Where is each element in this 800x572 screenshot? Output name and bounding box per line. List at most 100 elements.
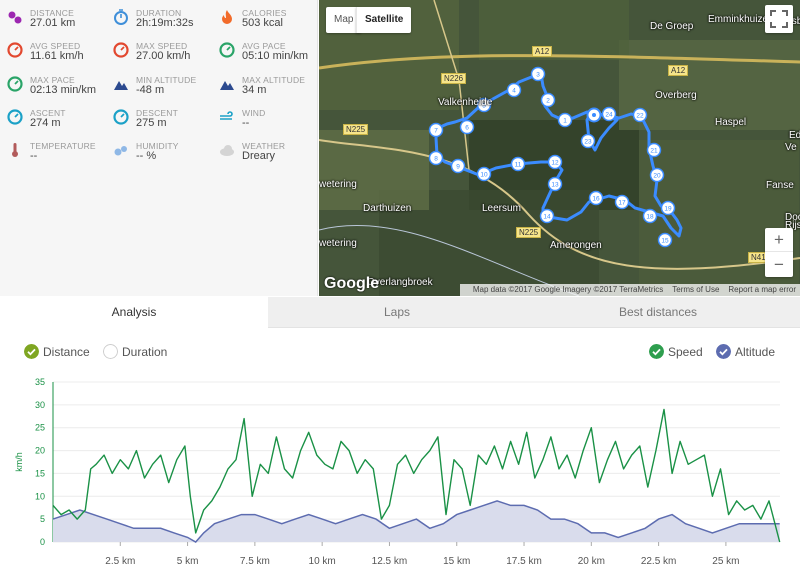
lap-marker-label: 23 [584,139,592,146]
speed-altitude-chart[interactable]: 0 5 10 15 20 25 30 35 km/h 2.5 km 5 km 7.5 km 10 km 1… [0,370,800,572]
y-axis-label: km/h [14,452,24,472]
stat-min-altitude: MIN ALTITUDE -48 m [106,67,212,100]
analysis-tabs: Analysis Laps Best distances [0,297,800,329]
stat-weather: WEATHER Dreary [212,133,318,166]
road-shield: A12 [532,46,553,57]
stat-value: 11.61 km/h [30,50,84,62]
lap-marker-label: 7 [434,128,438,135]
altitude-area [53,500,780,542]
stat-max-pace: MAX PACE 02:13 min/km [0,67,106,100]
stat-distance: DISTANCE 27.01 km [0,0,106,33]
x-tick-label: 17.5 km [506,556,542,567]
unchecked-circle-icon [103,344,118,359]
stat-max-altitude: MAX ALTITUDE 34 m [212,67,318,100]
y-tick-label: 30 [35,400,45,410]
map-attribution: Map data ©2017 Google Imagery ©2017 Terr… [459,284,800,296]
stat-descent: DESCENT 275 m [106,100,212,133]
y-tick-label: 5 [40,514,45,524]
ascent-icon [7,109,23,125]
place-label: Ve [785,142,797,153]
report-map-error-link[interactable]: Report a map error [728,285,796,294]
lap-marker-label: 9 [456,164,460,171]
lap-marker-label: 24 [605,112,613,119]
lap-marker-label: 12 [551,160,559,167]
place-label: Haspel [715,117,747,128]
place-label: De Groep [650,21,694,32]
x-tick-label: 12.5 km [372,556,408,567]
place-label: Ede [789,130,800,141]
stat-value: -- % [136,150,157,162]
satellite-imagery: 1234567891011 12131415161718192021222324 [319,0,800,296]
weather-icon [220,145,234,156]
stat-value: -48 m [136,84,165,96]
distance-label: Distance [43,345,90,359]
y-tick-label: 10 [35,491,45,501]
lap-marker-label: 3 [536,72,540,79]
min-altitude-icon [114,81,128,90]
stat-humidity: HUMIDITY -- % [106,133,212,166]
map-type-satellite-button[interactable]: Satellite [356,7,412,33]
max-speed-icon [113,42,129,58]
stat-value: 2h:19m:32s [136,17,194,29]
stat-avg-speed: AVG SPEED 11.61 km/h [0,33,106,66]
avg-pace-icon [219,42,235,58]
lap-marker-label: 8 [434,156,438,163]
max-altitude-icon [220,81,234,90]
lap-marker-label: 1 [563,118,567,125]
lap-marker-label: 13 [551,182,559,189]
fullscreen-button[interactable] [765,5,793,33]
lap-marker-label: 11 [515,162,522,169]
route-map[interactable]: 1 2 3 4 5 6 7 8 9 10 11 12 13 14 15 16 17 18 19 20 21 22 23 24 … [319,0,800,296]
lap-marker-label: 17 [618,200,626,207]
zoom-out-button[interactable]: − [765,253,793,277]
lap-marker-label: 4 [512,88,516,95]
stat-value: Dreary [242,150,276,162]
start-pin-dot [592,113,596,117]
lap-marker-label: 19 [664,206,672,213]
x-tick-label: 5 km [177,556,199,567]
place-label: Valkenheide [438,97,493,108]
x-tick-label: 7.5 km [240,556,270,567]
stat-max-speed: MAX SPEED 27.00 km/h [106,33,212,66]
lap-marker-label: 22 [636,113,644,120]
stat-value: 34 m [242,84,267,96]
zoom-control: + − [765,228,793,277]
lap-marker-label: 10 [480,172,488,179]
duration-label: Duration [122,345,168,359]
lap-marker-label: 15 [661,238,669,245]
wind-icon [220,111,233,120]
stat-calories: CALORIES 503 kcal [212,0,318,33]
place-label: Fanse [766,180,794,191]
checked-circle-icon [716,344,731,359]
place-label: Emminkhuizen [708,14,774,25]
place-label: wetering [319,238,357,249]
lap-marker-label: 14 [543,214,551,221]
distance-icon [8,11,22,24]
x-tick-label: 15 km [443,556,470,567]
tab-laps[interactable]: Laps [268,297,526,328]
stat-value: 27.01 km [30,17,76,29]
x-tick-label: 20 km [578,556,605,567]
stat-value: 02:13 min/km [30,84,97,96]
temperature-icon [12,143,18,157]
terms-of-use-link[interactable]: Terms of Use [672,285,719,294]
checked-circle-icon [24,344,39,359]
zoom-in-button[interactable]: + [765,228,793,252]
stats-panel: DISTANCE 27.01 km DURATION 2h:19m:32s CALORI… [0,0,318,296]
road-shield: A12 [668,65,689,76]
lap-marker-label: 6 [465,125,469,132]
place-label: wetering [319,179,357,190]
y-tick-label: 20 [35,446,45,456]
descent-icon [113,109,129,125]
road-shield: N225 [343,124,369,135]
tab-analysis[interactable]: Analysis [0,297,268,329]
stat-ascent: ASCENT 274 m [0,100,106,133]
x-tick-label: 10 km [309,556,336,567]
duration-icon [114,9,128,25]
field-patch [479,0,629,60]
calories-icon [222,10,232,24]
tab-best-distances[interactable]: Best distances [526,297,790,328]
y-tick-label: 15 [35,468,45,478]
place-label: Overberg [655,90,697,101]
stat-label: TEMPERATURE [30,141,96,151]
